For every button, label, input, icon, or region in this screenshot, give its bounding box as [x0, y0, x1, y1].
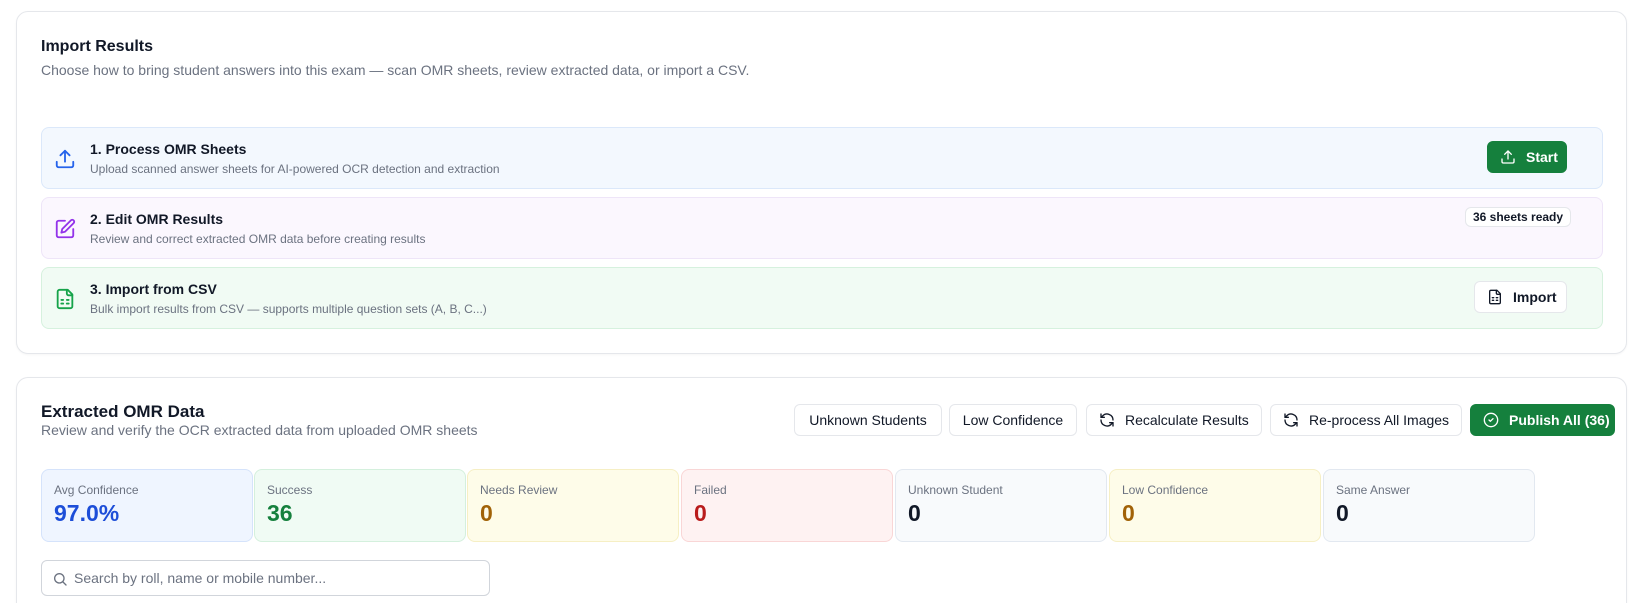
stat-value: 36 [267, 500, 293, 526]
import-csv-button[interactable]: Import [1474, 281, 1567, 313]
publish-all-button[interactable]: Publish All (36) [1470, 404, 1615, 436]
stat-label: Low Confidence [1122, 483, 1209, 497]
option-process-omr[interactable]: 1. Process OMR Sheets Upload scanned ans… [41, 127, 1603, 189]
stat-label: Avg Confidence [54, 483, 139, 497]
extracted-omr-card: Extracted OMR Data Review and verify the… [16, 377, 1627, 603]
stat-value: 0 [1336, 500, 1349, 526]
recalculate-results-button[interactable]: Recalculate Results [1086, 404, 1262, 436]
reprocess-images-button[interactable]: Re-process All Images [1270, 404, 1462, 436]
option-title: 3. Import from CSV [90, 281, 217, 297]
stat-value: 97.0% [54, 500, 120, 526]
refresh-icon [1100, 413, 1114, 427]
search-input[interactable] [74, 561, 484, 595]
search-box [41, 560, 490, 596]
stat-label: Failed [694, 483, 727, 497]
stat-low-confidence: Low Confidence 0 [1109, 469, 1321, 542]
reprocess-label: Re-process All Images [1309, 412, 1450, 428]
stat-label: Success [267, 483, 313, 497]
low-confidence-button[interactable]: Low Confidence [949, 404, 1077, 436]
option-description: Review and correct extracted OMR data be… [90, 232, 426, 246]
stat-label: Same Answer [1336, 483, 1411, 497]
recalculate-label: Recalculate Results [1125, 412, 1249, 428]
option-import-csv[interactable]: 3. Import from CSV Bulk import results f… [41, 267, 1603, 329]
start-button[interactable]: Start [1487, 141, 1567, 173]
start-button-label: Start [1526, 149, 1558, 165]
import-results-title: Import Results [41, 38, 154, 55]
edit-icon [54, 218, 76, 240]
extracted-omr-subtitle: Review and verify the OCR extracted data… [41, 422, 478, 438]
stat-value: 0 [694, 500, 707, 526]
spreadsheet-icon [54, 288, 76, 310]
option-description: Bulk import results from CSV — supports … [90, 302, 487, 316]
stat-needs-review: Needs Review 0 [467, 469, 679, 542]
option-title: 1. Process OMR Sheets [90, 141, 247, 157]
refresh-icon [1284, 413, 1298, 427]
import-results-subtitle: Choose how to bring student answers into… [41, 62, 750, 78]
option-edit-omr[interactable]: 2. Edit OMR Results Review and correct e… [41, 197, 1603, 259]
stat-value: 0 [908, 500, 921, 526]
stat-success: Success 36 [254, 469, 466, 542]
unknown-students-button[interactable]: Unknown Students [794, 404, 942, 436]
publish-label: Publish All (36) [1509, 412, 1610, 428]
option-description: Upload scanned answer sheets for AI-powe… [90, 162, 500, 176]
file-spreadsheet-icon [1489, 289, 1501, 305]
stat-value: 0 [1122, 500, 1135, 526]
extracted-omr-title: Extracted OMR Data [41, 402, 205, 421]
upload-icon [1501, 150, 1515, 164]
stat-avg-confidence: Avg Confidence 97.0% [41, 469, 253, 542]
upload-icon [54, 148, 76, 170]
import-button-label: Import [1513, 289, 1557, 305]
check-circle-icon [1483, 412, 1499, 428]
stat-failed: Failed 0 [681, 469, 893, 542]
stat-value: 0 [480, 500, 493, 526]
stat-unknown-student: Unknown Student 0 [895, 469, 1107, 542]
stat-same-answer: Same Answer 0 [1323, 469, 1535, 542]
sheets-ready-badge: 36 sheets ready [1465, 207, 1572, 227]
option-title: 2. Edit OMR Results [90, 211, 224, 227]
stat-label: Unknown Student [908, 483, 1003, 497]
import-results-card: Import Results Choose how to bring stude… [16, 11, 1627, 354]
stat-label: Needs Review [480, 483, 558, 497]
search-icon [54, 573, 67, 586]
